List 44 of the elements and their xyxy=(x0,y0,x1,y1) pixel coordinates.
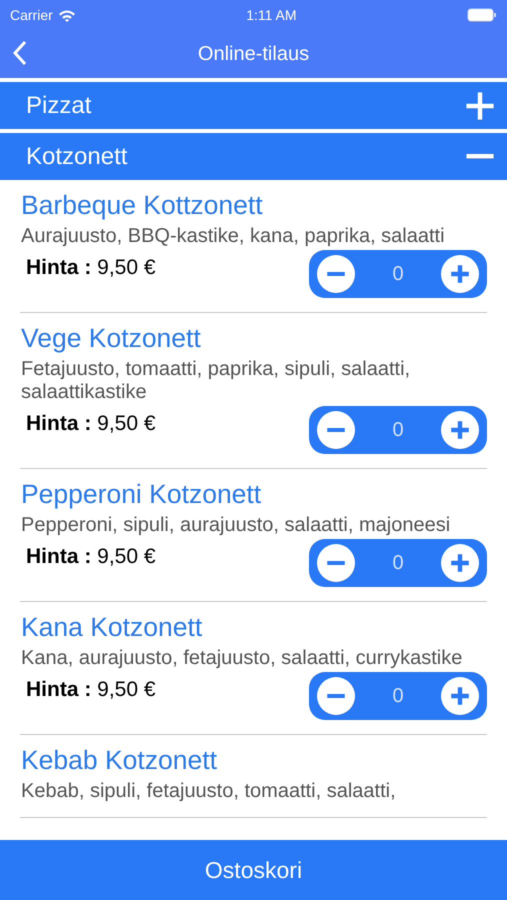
product-description: Fetajuusto, tomaatti, paprika, sipuli, salaatti, salaattikastike xyxy=(21,358,412,404)
minus-icon xyxy=(325,428,347,432)
product-description: Pepperoni, sipuli, aurajuusto, salaatti, majoneesi xyxy=(21,514,452,537)
increase-button[interactable] xyxy=(441,411,479,449)
increase-button[interactable] xyxy=(441,544,479,582)
quantity-value: 0 xyxy=(392,552,404,574)
plus-icon xyxy=(449,685,471,707)
product-name: Pepperoni Kotzonett xyxy=(21,479,262,509)
category-header[interactable]: Kotzonett xyxy=(0,132,507,180)
quantity-value: 0 xyxy=(392,418,404,442)
category-header[interactable]: Pizzat xyxy=(0,81,507,129)
status-time: 1:11 AM xyxy=(246,7,297,23)
product-name: Kebab Kotzonett xyxy=(21,745,218,775)
decrease-button[interactable] xyxy=(317,411,355,449)
product-description: Aurajuusto, BBQ-kastike, kana, paprika, salaatti xyxy=(21,225,446,248)
decrease-button[interactable] xyxy=(317,677,355,715)
product-name: Barbeque Kottzonett xyxy=(21,190,264,220)
minus-icon xyxy=(325,694,347,698)
minus-icon xyxy=(325,272,347,276)
plus-icon xyxy=(449,419,471,441)
carrier-label: Carrier xyxy=(10,7,53,23)
minus-icon xyxy=(325,560,347,566)
product-name: Vege Kotzonett xyxy=(21,323,202,353)
increase-button[interactable] xyxy=(441,255,479,293)
product-price: Hinta : 9,50 € xyxy=(26,545,156,569)
back-button[interactable] xyxy=(12,40,28,66)
cart-button[interactable]: Ostoskori xyxy=(0,840,507,900)
product-price: Hinta : 9,50 € xyxy=(26,256,156,280)
product-name: Kana Kotzonett xyxy=(21,612,204,642)
plus-icon xyxy=(449,263,471,285)
product-description: Kana, aurajuusto, fetajuusto, salaatti, currykastike xyxy=(21,647,464,670)
screen-title: Online-tilaus xyxy=(198,42,310,66)
chevron-left-icon xyxy=(12,40,28,66)
product-description: Kebab, sipuli, fetajuusto, tomaatti, salaatti, xyxy=(21,780,397,803)
product-price: Hinta : 9,50 € xyxy=(26,412,156,436)
quantity-value: 0 xyxy=(392,684,404,708)
decrease-button[interactable] xyxy=(317,255,355,293)
decrease-button[interactable] xyxy=(317,544,355,582)
plus-icon xyxy=(449,552,471,574)
wifi-icon xyxy=(58,8,76,22)
quantity-value: 0 xyxy=(392,262,404,286)
battery-icon xyxy=(466,8,497,22)
increase-button[interactable] xyxy=(441,677,479,715)
product-price: Hinta : 9,50 € xyxy=(26,678,156,702)
